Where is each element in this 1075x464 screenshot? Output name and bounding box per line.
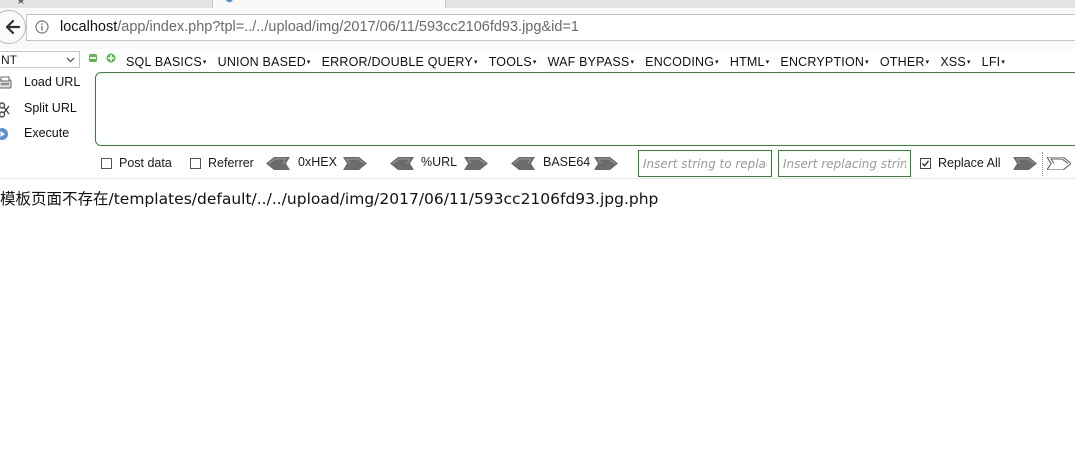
chevron-down-icon <box>66 57 75 63</box>
hackbar-options-row: Post data Referrer 0xHEX %URL BASE64 <box>0 152 1075 176</box>
caret-down-icon: ▾ <box>532 59 537 66</box>
caret-down-icon: ▾ <box>715 59 719 66</box>
url-path: /app/index.php?tpl=../../upload/img/2017… <box>117 19 579 35</box>
hackbar-menubar: NT SQL BASICS▾ UNION BASED▾ ERROR/DOUBLE Q… <box>0 49 1075 69</box>
menu-label: ENCRYPTION <box>780 55 865 69</box>
referrer-checkbox[interactable] <box>190 158 201 169</box>
url-host: localhost <box>60 19 118 35</box>
referrer-label: Referrer <box>208 156 254 170</box>
menu-label: XSS <box>940 55 966 69</box>
arrow-right-icon[interactable] <box>343 157 367 170</box>
arrow-right-icon[interactable] <box>1013 157 1037 170</box>
url-bar[interactable]: localhost/app/index.php?tpl=../../upload… <box>26 14 1075 41</box>
replacing-string-input[interactable] <box>779 151 910 176</box>
arrow-right-icon[interactable] <box>594 157 618 170</box>
star-icon: ★ <box>16 0 26 7</box>
menu-lfi[interactable]: LFI▾ <box>982 55 1005 69</box>
url-textarea[interactable] <box>95 72 1075 146</box>
base64-label: BASE64 <box>543 155 591 169</box>
active-tab[interactable]: ● <box>212 0 446 8</box>
arrow-left-icon[interactable] <box>390 157 414 170</box>
menu-label: SQL BASICS <box>126 55 202 69</box>
menu-sql-basics[interactable]: SQL BASICS▾ <box>126 55 207 69</box>
replacing-string-field[interactable] <box>778 150 911 177</box>
page-error-message: 模板页面不存在/templates/default/../../upload/i… <box>0 190 659 208</box>
version-select-value: NT <box>1 53 17 67</box>
arrow-right-icon[interactable] <box>464 157 488 170</box>
menu-label: TOOLS <box>488 55 532 69</box>
menu-label: LFI <box>981 55 1001 69</box>
menu-label: ERROR/DOUBLE QUERY <box>321 55 473 69</box>
caret-down-icon: ▾ <box>202 59 207 66</box>
caret-down-icon: ▾ <box>865 59 869 66</box>
menu-html[interactable]: HTML▾ <box>730 55 770 69</box>
menu-waf-bypass[interactable]: WAF BYPASS▾ <box>548 55 635 69</box>
post-data-label: Post data <box>119 156 172 170</box>
menu-encoding[interactable]: ENCODING▾ <box>645 55 719 69</box>
version-select[interactable]: NT <box>0 51 80 68</box>
load-url-icon <box>0 76 12 89</box>
toolbar-separator <box>1042 152 1044 176</box>
url-text[interactable]: localhost/app/index.php?tpl=../../upload… <box>60 19 579 35</box>
caret-down-icon: ▾ <box>473 59 478 66</box>
execute-button[interactable]: Execute <box>0 124 90 144</box>
menu-label: ENCODING <box>645 55 715 69</box>
hackbar-menus: SQL BASICS▾ UNION BASED▾ ERROR/DOUBLE QUER… <box>126 51 1016 70</box>
replace-all-checkbox[interactable] <box>920 158 931 169</box>
caret-down-icon: ▾ <box>925 59 930 66</box>
menu-label: UNION BASED <box>217 55 306 69</box>
replace-all-label: Replace All <box>938 156 1001 170</box>
caret-down-icon: ▾ <box>966 59 971 66</box>
toolbar-bottom-border <box>0 178 1075 179</box>
caret-down-icon: ▾ <box>306 59 311 66</box>
navigation-bar: localhost/app/index.php?tpl=../../upload… <box>0 8 1075 50</box>
arrow-right-icon[interactable] <box>1047 157 1071 170</box>
menu-union-based[interactable]: UNION BASED▾ <box>218 55 311 69</box>
split-url-button[interactable]: Split URL <box>0 99 90 119</box>
replace-string-input[interactable] <box>639 151 771 176</box>
menu-tools[interactable]: TOOLS▾ <box>489 55 537 69</box>
load-url-label: Load URL <box>24 75 81 89</box>
hex-label: 0xHEX <box>298 155 337 169</box>
menu-other[interactable]: OTHER▾ <box>880 55 929 69</box>
menu-encryption[interactable]: ENCRYPTION▾ <box>780 55 868 69</box>
menu-label: WAF BYPASS <box>547 55 630 69</box>
caret-down-icon: ▾ <box>765 59 770 66</box>
checkmark-icon <box>922 160 930 167</box>
tab-favicon-icon: ● <box>225 0 234 4</box>
load-url-button[interactable]: Load URL <box>0 73 90 93</box>
split-url-icon <box>0 102 10 118</box>
execute-icon <box>0 128 8 140</box>
execute-label: Execute <box>24 126 70 140</box>
caret-down-icon: ▾ <box>1001 59 1006 66</box>
split-url-label: Split URL <box>24 101 77 115</box>
menu-label: OTHER <box>879 55 925 69</box>
menu-error-double-query[interactable]: ERROR/DOUBLE QUERY▾ <box>322 55 478 69</box>
back-button[interactable] <box>0 10 26 44</box>
arrow-left-icon[interactable] <box>266 157 290 170</box>
info-icon[interactable] <box>35 20 49 34</box>
plus-icon[interactable] <box>106 53 116 63</box>
tab-strip: ★ ● <box>0 0 1075 8</box>
minus-icon[interactable] <box>89 54 97 62</box>
menu-label: HTML <box>729 55 765 69</box>
arrow-left-icon[interactable] <box>511 157 535 170</box>
caret-down-icon: ▾ <box>630 59 635 66</box>
back-arrow-icon <box>6 20 20 34</box>
url-encode-label: %URL <box>421 155 458 169</box>
menu-xss[interactable]: XSS▾ <box>940 55 970 69</box>
post-data-checkbox[interactable] <box>101 158 112 169</box>
replace-string-field[interactable] <box>638 150 772 177</box>
